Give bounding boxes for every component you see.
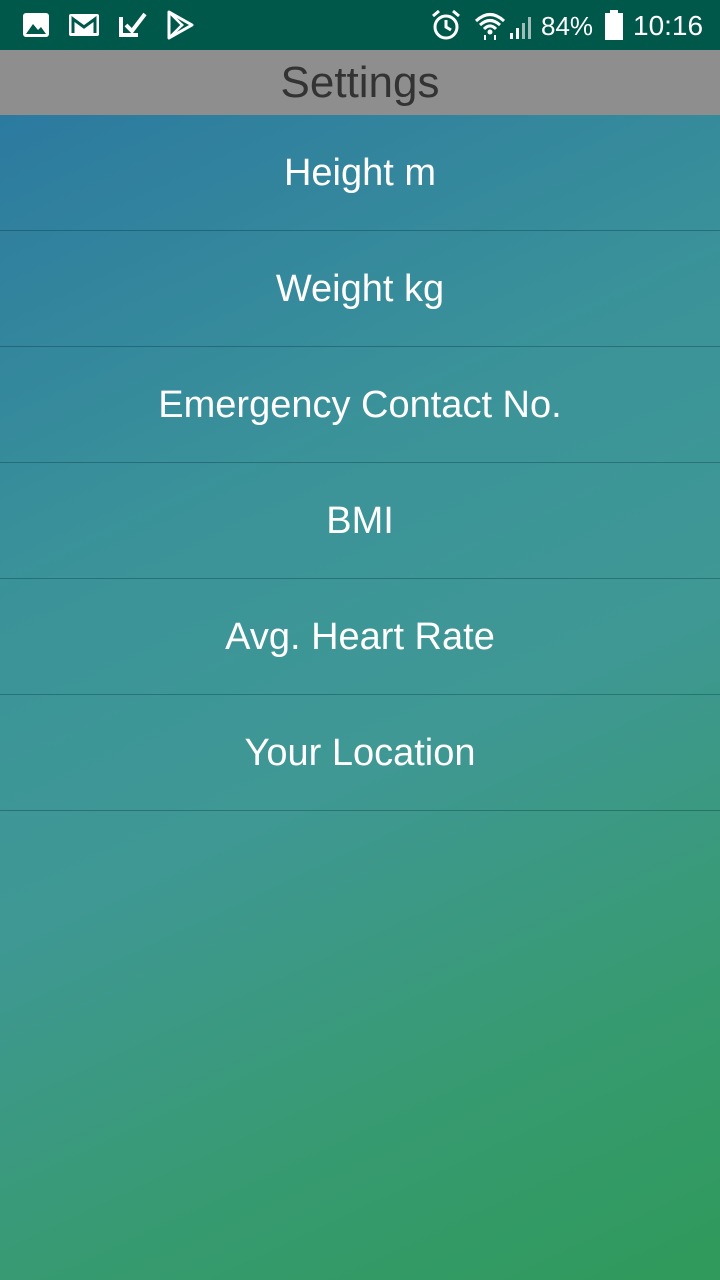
status-bar: 84% 10:16 bbox=[0, 0, 720, 50]
page-title: Settings bbox=[0, 50, 720, 115]
play-store-icon bbox=[167, 10, 194, 40]
signal-icon bbox=[510, 17, 531, 39]
settings-item-emergency-contact[interactable]: Emergency Contact No. bbox=[0, 347, 720, 463]
settings-item-weight[interactable]: Weight kg bbox=[0, 231, 720, 347]
settings-item-heart-rate[interactable]: Avg. Heart Rate bbox=[0, 579, 720, 695]
battery-icon bbox=[605, 10, 623, 40]
settings-menu: Height m Weight kg Emergency Contact No.… bbox=[0, 115, 720, 811]
battery-percentage: 84% bbox=[541, 11, 594, 41]
wifi-icon bbox=[474, 13, 506, 40]
settings-content: Height m Weight kg Emergency Contact No.… bbox=[0, 115, 720, 1280]
alarm-icon bbox=[432, 9, 460, 40]
task-check-icon bbox=[119, 12, 147, 37]
gmail-icon bbox=[69, 14, 99, 36]
clock-time: 10:16 bbox=[633, 10, 704, 41]
image-icon bbox=[23, 13, 49, 37]
settings-item-bmi[interactable]: BMI bbox=[0, 463, 720, 579]
settings-item-height[interactable]: Height m bbox=[0, 115, 720, 231]
settings-item-location[interactable]: Your Location bbox=[0, 695, 720, 811]
